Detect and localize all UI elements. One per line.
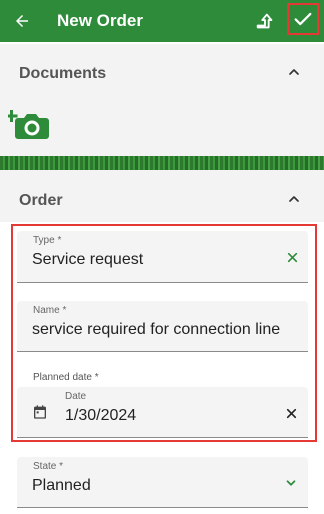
state-dropdown-button[interactable]: [283, 475, 299, 491]
name-value: service required for connection line: [32, 321, 281, 338]
check-icon: [294, 12, 312, 26]
add-photo-button[interactable]: [5, 104, 50, 142]
close-icon: [286, 408, 296, 418]
type-label: Type *: [33, 235, 62, 246]
upload-icon: [256, 13, 273, 29]
app-bar: New Order: [0, 0, 324, 42]
back-button[interactable]: [10, 9, 34, 33]
confirm-button[interactable]: [287, 3, 319, 35]
clear-date-button[interactable]: [283, 405, 299, 421]
chevron-up-icon[interactable]: [286, 191, 302, 207]
type-value: Service request: [32, 251, 144, 268]
name-field[interactable]: Name * service required for connection l…: [17, 301, 308, 352]
page-title: New Order: [57, 11, 143, 30]
type-field[interactable]: Type * Service request: [17, 231, 308, 283]
clear-type-button[interactable]: [284, 249, 300, 265]
state-label: State *: [33, 461, 64, 472]
planned-date-label: Planned date *: [33, 372, 99, 383]
order-title: Order: [19, 192, 63, 209]
add-photo-icon: [5, 110, 49, 139]
calendar-icon: [34, 405, 46, 419]
order-header[interactable]: Order: [0, 185, 324, 217]
chevron-down-icon: [286, 480, 296, 486]
close-icon: [287, 252, 297, 262]
date-sublabel: Date: [65, 391, 87, 402]
documents-title: Documents: [19, 65, 107, 82]
state-value: Planned: [32, 477, 91, 494]
calendar-button[interactable]: [32, 404, 48, 420]
arrow-back-icon: [16, 15, 28, 27]
decorative-grass-banner: [0, 156, 324, 170]
planned-date-field[interactable]: Date 1/30/2024: [17, 387, 308, 438]
documents-header[interactable]: Documents: [0, 58, 324, 90]
upload-button[interactable]: [252, 8, 278, 34]
chevron-up-icon[interactable]: [286, 64, 302, 80]
planned-date-value: 1/30/2024: [65, 407, 137, 424]
state-field[interactable]: State * Planned: [17, 457, 308, 508]
name-label: Name *: [33, 305, 67, 316]
